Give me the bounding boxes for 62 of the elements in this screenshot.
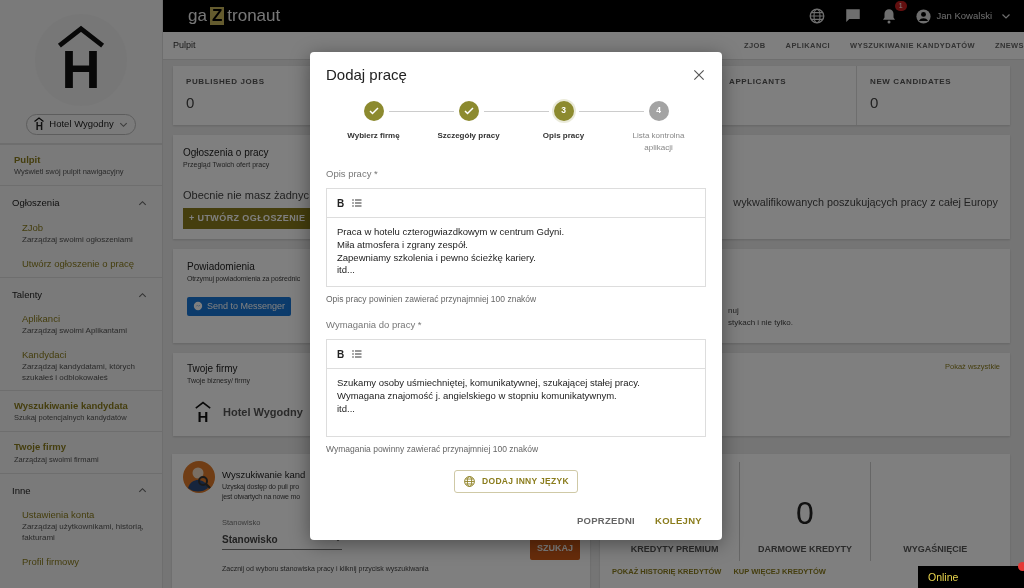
text-editor[interactable]: Praca w hotelu czterogwiazdkowym w centrum Gdyni. Miła atmosfera i zgrany zespół. Zapewniamy szkolenia i pewno ścieżkę kariery. itd... <box>327 218 705 287</box>
chat-bubble-icon <box>193 301 203 312</box>
chat-icon[interactable] <box>843 7 862 25</box>
list-icon[interactable] <box>351 197 364 210</box>
credit-label: KREDYTY PREMIUM <box>630 543 719 556</box>
helper-text: Wymagania powinny zawierać przynajmniej 100 znaków <box>326 443 540 457</box>
create-job-button[interactable]: + UTWÓRZ OGŁOSZENIE <box>183 207 312 229</box>
step-indicator: 4 <box>648 100 669 121</box>
section-header[interactable]: Ogłoszenia <box>0 186 162 216</box>
dialog-title: Dodaj pracę <box>326 65 407 85</box>
section-header[interactable]: Inne <box>0 473 162 504</box>
close-icon[interactable] <box>692 68 706 83</box>
card-title: Twoje firmy <box>187 362 239 376</box>
sidebar-link[interactable]: Utwórz ogłoszenie o pracę <box>0 251 162 277</box>
sidebar-link[interactable]: Profil firmowy <box>0 549 162 576</box>
roof-icon <box>33 117 46 122</box>
stat-value: 0 <box>870 93 879 113</box>
back-button[interactable]: POPRZEDNI <box>572 511 639 530</box>
company-select[interactable]: H Hotel Wygodny <box>26 114 136 135</box>
helper-text: Opis pracy powinien zawierać przynajmniej 100 znaków <box>326 293 538 307</box>
card-title: Ogłoszenia o pracy <box>183 145 270 160</box>
sidebar-link[interactable]: Aplikanci Zarządzaj swoimi Aplikantami <box>0 307 162 344</box>
page-title: Pulpit <box>173 38 196 52</box>
stat-label: PUBLISHED JOBS <box>186 76 265 88</box>
messenger-button[interactable]: Send to Messenger <box>187 296 292 316</box>
logo-letter: H <box>61 42 101 96</box>
step-label: Lista kontrolna aplikacji <box>631 129 686 155</box>
person-search-icon <box>182 459 216 494</box>
roof-icon <box>193 400 213 409</box>
stat-value: 0 <box>186 93 195 113</box>
add-language-button[interactable]: DODAJ INNY JĘZYK <box>454 470 578 494</box>
credit-count: 0 <box>796 497 814 529</box>
info-text: nuj <box>728 305 740 317</box>
bold-button[interactable]: B <box>337 346 345 362</box>
card-title: Powiadomienia <box>187 260 256 274</box>
info-text: wykwalifikowanych poszukujących pracy z całej Europy <box>733 194 998 210</box>
user-icon[interactable] <box>914 7 932 25</box>
logo-letter: H <box>197 408 209 424</box>
sidebar-link[interactable]: ZJob Zarządzaj swoimi ogłoszeniami <box>0 215 162 252</box>
bold-button[interactable]: B <box>337 195 345 211</box>
card-title: Wyszukiwanie kand <box>222 467 306 482</box>
field-label: Wymagania do pracy * <box>326 318 423 333</box>
step-label: Wybierz firmę <box>347 129 400 142</box>
sidebar-link[interactable]: Ustawienia konta Zarządzaj użytkownikami, historią, fakturami <box>0 503 162 550</box>
step-label: Szczegóły pracy <box>437 129 500 142</box>
company-name: Hotel Wygodny <box>223 404 303 420</box>
text-editor[interactable]: Szukamy osoby uśmiechniętej, komunikatywnej, szukającej stałej pracy. Wymagana znajomość j. angielskiego w stopniu komunikatywnym. itd... <box>327 369 705 437</box>
step-label: Opis pracy <box>542 129 585 142</box>
user-name[interactable]: Jan Kowalski <box>936 8 992 24</box>
field-label: Opis pracy * <box>326 167 379 182</box>
globe-icon <box>463 475 477 489</box>
stat-label: APPLICANTS <box>729 76 787 88</box>
section-header[interactable]: Talenty <box>0 277 162 308</box>
brand-logo[interactable]: ga Z tronaut <box>188 3 281 29</box>
globe-icon[interactable] <box>807 7 826 25</box>
list-icon[interactable] <box>351 348 364 361</box>
stat-label: NEW CANDIDATES <box>870 76 952 88</box>
empty-message: Obecnie nie masz żadnyc <box>183 188 310 203</box>
credit-label: WYGAŚNIĘCIE <box>903 543 968 556</box>
step-indicator: 3 <box>553 100 574 121</box>
credit-label: DARMOWE KREDYTY <box>758 543 852 556</box>
next-button[interactable]: KOLEJNY <box>651 511 706 530</box>
